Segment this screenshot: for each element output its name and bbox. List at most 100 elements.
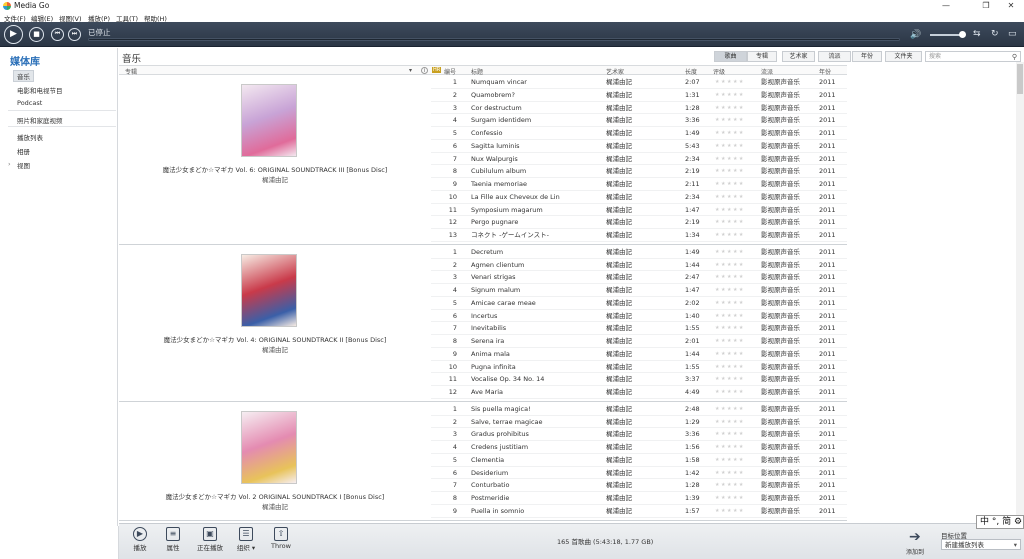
- rating-stars[interactable]: ★★★★★: [715, 492, 745, 505]
- organize-button[interactable]: ☰ 组织 ▾: [229, 527, 263, 552]
- rating-stars[interactable]: ★★★★★: [715, 284, 745, 297]
- tab-genres[interactable]: 流派: [818, 51, 851, 62]
- expand-icon[interactable]: ›: [8, 160, 11, 168]
- sidebar-item-albums[interactable]: 相册: [17, 146, 30, 156]
- rating-stars[interactable]: ★★★★★: [715, 297, 745, 310]
- tab-songs[interactable]: 歌曲: [714, 51, 747, 62]
- track-row[interactable]: 9 Taenia memoriae 梶浦由記 2:11 影视原声音乐 2011 ★★★★★: [431, 178, 847, 191]
- track-row[interactable]: 4 Credens justitiam 梶浦由記 1:56 影视原声音乐 2011 ★★★★…: [431, 441, 847, 454]
- rating-stars[interactable]: ★★★★★: [715, 114, 745, 127]
- sidebar-item-views[interactable]: 视图: [17, 160, 30, 170]
- rating-stars[interactable]: ★★★★★: [715, 191, 745, 204]
- scrollbar-thumb[interactable]: [1017, 64, 1023, 94]
- track-row[interactable]: 12 Ave Maria 梶浦由記 4:49 影视原声音乐 2011 ★★★★★: [431, 386, 847, 399]
- rating-stars[interactable]: ★★★★★: [715, 76, 745, 89]
- track-row[interactable]: 1 Sis puella magica! 梶浦由記 2:48 影视原声音乐 2011 ★★★…: [431, 403, 847, 416]
- track-row[interactable]: 6 Incertus 梶浦由記 1:40 影视原声音乐 2011 ★★★★★: [431, 310, 847, 323]
- tab-folders[interactable]: 文件夹: [885, 51, 922, 62]
- rating-stars[interactable]: ★★★★★: [715, 127, 745, 140]
- rating-stars[interactable]: ★★★★★: [715, 140, 745, 153]
- rating-stars[interactable]: ★★★★★: [715, 271, 745, 284]
- track-row[interactable]: 1 Decretum 梶浦由記 1:49 影视原声音乐 2011 ★★★★★: [431, 246, 847, 259]
- col-artist[interactable]: 艺术家: [606, 67, 624, 76]
- stop-button[interactable]: ■: [29, 27, 44, 42]
- previous-button[interactable]: ⏮: [51, 28, 64, 41]
- track-row[interactable]: 1 Numquam vincar 梶浦由記 2:07 影视原声音乐 2011 ★★★★★: [431, 76, 847, 89]
- play-action-button[interactable]: ▶ 播放: [123, 527, 157, 552]
- properties-button[interactable]: ≡ 属性: [156, 527, 190, 552]
- sidebar-item-photos[interactable]: 照片和家庭视频: [17, 115, 63, 125]
- track-row[interactable]: 7 Conturbatio 梶浦由記 1:28 影视原声音乐 2011 ★★★★★: [431, 479, 847, 492]
- now-playing-button[interactable]: ▣ 正在播放: [191, 527, 229, 552]
- track-row[interactable]: 13 コネクト -ゲームインスト- 梶浦由記 1:34 影视原声音乐 2011 ★★★★★: [431, 229, 847, 242]
- album-cover[interactable]: [241, 410, 297, 484]
- track-row[interactable]: 12 Pergo pugnare 梶浦由記 2:19 影视原声音乐 2011 ★★★★★: [431, 216, 847, 229]
- rating-stars[interactable]: ★★★★★: [715, 428, 745, 441]
- throw-button[interactable]: ⇧ Throw: [264, 527, 298, 550]
- track-row[interactable]: 11 Vocalise Op. 34 No. 14 梶浦由記 3:37 影视原声音乐 20…: [431, 373, 847, 386]
- rating-stars[interactable]: ★★★★★: [715, 454, 745, 467]
- rating-stars[interactable]: ★★★★★: [715, 310, 745, 323]
- rating-stars[interactable]: ★★★★★: [715, 89, 745, 102]
- col-length[interactable]: 长度: [685, 67, 697, 76]
- track-row[interactable]: 7 Nux Walpurgis 梶浦由記 2:34 影视原声音乐 2011 ★★★★★: [431, 153, 847, 166]
- track-row[interactable]: 9 Puella in somnio 梶浦由記 1:57 影视原声音乐 2011 ★★★★★: [431, 505, 847, 518]
- rating-stars[interactable]: ★★★★★: [715, 102, 745, 115]
- close-button[interactable]: ✕: [1000, 0, 1022, 12]
- track-row[interactable]: 5 Confessio 梶浦由記 1:49 影视原声音乐 2011 ★★★★★: [431, 127, 847, 140]
- rating-stars[interactable]: ★★★★★: [715, 216, 745, 229]
- destination-select[interactable]: 新建播放列表 ▾: [941, 539, 1021, 550]
- track-row[interactable]: 5 Amicae carae meae 梶浦由記 2:02 影视原声音乐 2011 ★★★★…: [431, 297, 847, 310]
- album-cover[interactable]: [241, 253, 297, 327]
- next-button[interactable]: ⏭: [68, 28, 81, 41]
- tab-years[interactable]: 年份: [852, 51, 882, 62]
- track-row[interactable]: 7 Inevitabilis 梶浦由記 1:55 影视原声音乐 2011 ★★★★★: [431, 322, 847, 335]
- sidebar-item-playlists[interactable]: 播放列表: [17, 132, 43, 142]
- rating-stars[interactable]: ★★★★★: [715, 403, 745, 416]
- repeat-icon[interactable]: ↻: [991, 29, 999, 39]
- track-row[interactable]: 9 Anima mala 梶浦由記 1:44 影视原声音乐 2011 ★★★★★: [431, 348, 847, 361]
- volume-knob[interactable]: [959, 31, 966, 38]
- rating-stars[interactable]: ★★★★★: [715, 386, 745, 399]
- track-row[interactable]: 3 Venari strigas 梶浦由記 2:47 影视原声音乐 2011 ★★★★★: [431, 271, 847, 284]
- track-row[interactable]: 2 Salve, terrae magicae 梶浦由記 1:29 影视原声音乐 2011…: [431, 416, 847, 429]
- track-row[interactable]: 10 La Fille aux Cheveux de Lin 梶浦由記 2:34 影视原…: [431, 191, 847, 204]
- track-row[interactable]: 6 Desiderium 梶浦由記 1:42 影视原声音乐 2011 ★★★★★: [431, 467, 847, 480]
- rating-stars[interactable]: ★★★★★: [715, 335, 745, 348]
- tab-albums[interactable]: 专辑: [747, 51, 777, 62]
- rating-stars[interactable]: ★★★★★: [715, 165, 745, 178]
- rating-stars[interactable]: ★★★★★: [715, 505, 745, 518]
- sidebar-item-movies-tv[interactable]: 电影和电视节目: [17, 85, 63, 95]
- rating-stars[interactable]: ★★★★★: [715, 479, 745, 492]
- sidebar-item-podcast[interactable]: Podcast: [17, 99, 42, 107]
- play-button[interactable]: ▶: [4, 25, 23, 44]
- minimize-button[interactable]: —: [935, 0, 957, 12]
- col-year[interactable]: 年份: [819, 67, 831, 76]
- vertical-scrollbar[interactable]: [1016, 62, 1024, 523]
- track-row[interactable]: 8 Cubilulum album 梶浦由記 2:19 影视原声音乐 2011 ★★★★★: [431, 165, 847, 178]
- progress-bar[interactable]: [88, 38, 900, 41]
- track-row[interactable]: 8 Postmeridie 梶浦由記 1:39 影视原声音乐 2011 ★★★★★: [431, 492, 847, 505]
- album-cover[interactable]: [241, 84, 297, 157]
- search-icon[interactable]: ⚲: [1012, 52, 1017, 62]
- track-row[interactable]: 4 Surgam identidem 梶浦由記 3:36 影视原声音乐 2011 ★★★★★: [431, 114, 847, 127]
- shuffle-icon[interactable]: ⇆: [973, 29, 981, 39]
- col-album[interactable]: 专辑: [125, 67, 137, 76]
- tab-artists[interactable]: 艺术家: [782, 51, 815, 62]
- track-row[interactable]: 2 Agmen clientum 梶浦由記 1:44 影视原声音乐 2011 ★★★★★: [431, 259, 847, 272]
- sidebar-item-music[interactable]: 音乐: [13, 70, 34, 82]
- rating-stars[interactable]: ★★★★★: [715, 246, 745, 259]
- track-row[interactable]: 8 Serena ira 梶浦由記 2:01 影视原声音乐 2011 ★★★★★: [431, 335, 847, 348]
- track-row[interactable]: 11 Symposium magarum 梶浦由記 1:47 影视原声音乐 2011 ★★★…: [431, 204, 847, 217]
- add-to-arrow-icon[interactable]: ➔: [909, 529, 921, 545]
- track-row[interactable]: 2 Quamobrem? 梶浦由記 1:31 影视原声音乐 2011 ★★★★★: [431, 89, 847, 102]
- rating-stars[interactable]: ★★★★★: [715, 348, 745, 361]
- mini-player-icon[interactable]: ▭: [1008, 29, 1017, 39]
- ime-indicator[interactable]: 中 °, 简 ⚙: [976, 515, 1024, 529]
- track-row[interactable]: 3 Cor destructum 梶浦由記 1:28 影视原声音乐 2011 ★★★★★: [431, 102, 847, 115]
- track-row[interactable]: 10 Pugna infinita 梶浦由記 1:55 影视原声音乐 2011 ★★★★★: [431, 361, 847, 374]
- rating-stars[interactable]: ★★★★★: [715, 259, 745, 272]
- rating-stars[interactable]: ★★★★★: [715, 178, 745, 191]
- col-number[interactable]: 编号: [444, 67, 456, 76]
- rating-stars[interactable]: ★★★★★: [715, 373, 745, 386]
